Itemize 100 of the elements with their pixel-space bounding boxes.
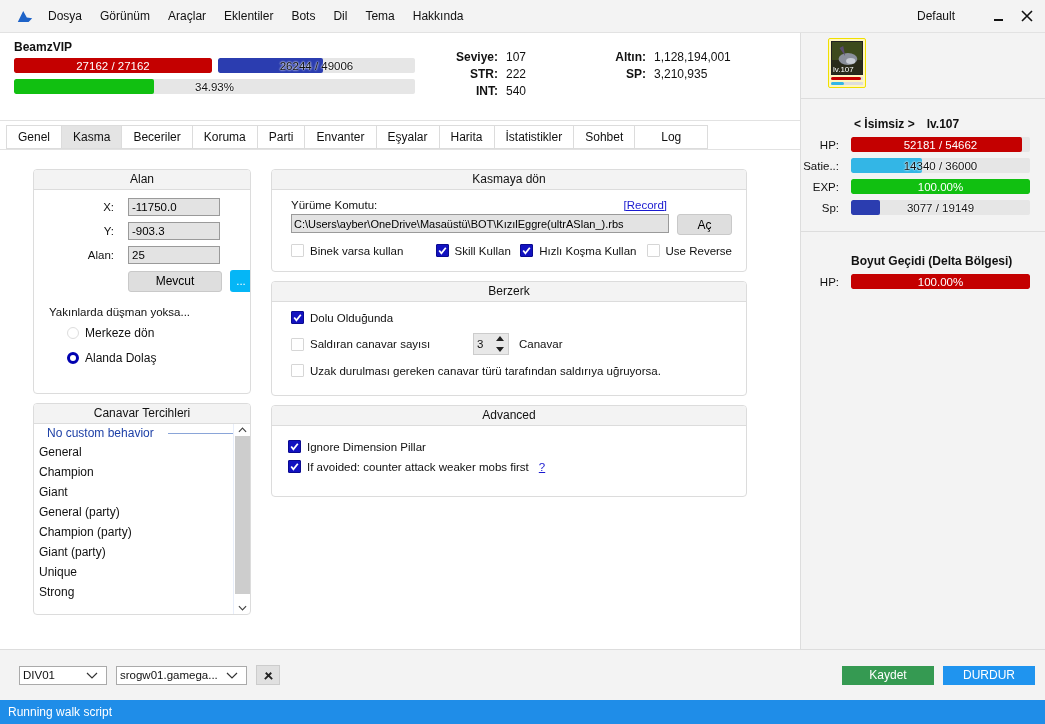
- tab[interactable]: Parti: [256, 125, 305, 149]
- checkbox[interactable]: [288, 460, 301, 473]
- list-item[interactable]: Unique: [39, 562, 233, 582]
- tools-icon: [262, 669, 274, 681]
- path-field[interactable]: C:\Users\ayber\OneDrive\Masaüstü\BOT\KızılEggre(ultrASlan_).rbs: [291, 214, 669, 233]
- server-dropdown[interactable]: srogw01.gamega...: [116, 665, 247, 685]
- input-field[interactable]: -11750.0: [128, 198, 220, 216]
- list-item[interactable]: General (party): [39, 502, 233, 522]
- list-item[interactable]: General: [39, 442, 233, 462]
- menu-item[interactable]: Eklentiler: [224, 9, 274, 23]
- checkbox-label[interactable]: Binek varsa kullan: [310, 244, 404, 257]
- number-spinner[interactable]: 3: [473, 333, 509, 355]
- scroll-up-icon[interactable]: [237, 427, 247, 433]
- group-title: Kasmaya dön: [272, 170, 746, 190]
- checkbox-label[interactable]: Uzak durulması gereken canavar türü tarafından saldırıya uğruyorsa.: [310, 364, 661, 377]
- status-text: Running walk script: [8, 705, 113, 719]
- group-title: Advanced: [272, 406, 746, 426]
- tab[interactable]: Genel: [6, 125, 62, 149]
- division-dropdown[interactable]: DIV01: [19, 665, 107, 685]
- radio-label[interactable]: Alanda Dolaş: [85, 351, 157, 365]
- checkbox-label[interactable]: Hızlı Koşma Kullan: [539, 244, 637, 257]
- stat-bar: 52181 / 54662: [851, 137, 1030, 152]
- scroll-down-icon[interactable]: [237, 605, 247, 611]
- checkbox-label[interactable]: Dolu Olduğunda: [310, 311, 394, 324]
- menu-item[interactable]: Tema: [365, 9, 395, 23]
- menu-item[interactable]: Araçlar: [168, 9, 207, 23]
- tab[interactable]: Beceriler: [121, 125, 192, 149]
- stat-bar: 34.93%: [14, 79, 415, 94]
- chevron-down-icon: [86, 671, 98, 679]
- menu-item[interactable]: Dil: [333, 9, 348, 23]
- bar-label: HP:: [818, 138, 839, 151]
- input-field[interactable]: -903.3: [128, 222, 220, 240]
- tab[interactable]: Kasma: [61, 125, 122, 149]
- field-label: Yürüme Komutu:: [291, 199, 378, 211]
- list-item[interactable]: Strong: [39, 582, 233, 602]
- stat-label: INT:: [475, 84, 498, 98]
- profile-label[interactable]: Default: [916, 9, 955, 23]
- group-title: Berzerk: [272, 282, 746, 302]
- tab[interactable]: Koruma: [191, 125, 257, 149]
- group-title: Canavar Tercihleri: [34, 404, 250, 424]
- checkbox-label[interactable]: Saldıran canavar sayısı: [310, 338, 431, 350]
- tab[interactable]: Log: [634, 125, 709, 149]
- stat-label: Seviye:: [454, 50, 498, 64]
- tab[interactable]: Eşyalar: [375, 125, 439, 149]
- mini-bar: [831, 82, 863, 85]
- chevron-down-icon: [226, 671, 238, 679]
- radio-label[interactable]: Merkeze dön: [85, 326, 155, 340]
- bar-label: EXP:: [811, 180, 839, 193]
- target-name: Boyut Geçidi (Delta Bölgesi): [851, 254, 1013, 268]
- checkbox[interactable]: [520, 244, 534, 257]
- member-name: < İsimsiz >: [854, 117, 915, 131]
- field-label: Y:: [102, 225, 114, 237]
- group-title: Alan: [34, 170, 250, 190]
- unit-label: Canavar: [519, 338, 563, 350]
- help-link[interactable]: ?: [538, 460, 546, 473]
- stat-label: STR:: [469, 67, 498, 81]
- prompt-text: Yakınlarda düşman yoksa...: [49, 306, 192, 318]
- list-item[interactable]: Giant: [39, 482, 233, 502]
- tab[interactable]: İstatistikler: [493, 125, 574, 149]
- menu-item[interactable]: Hakkında: [412, 9, 464, 23]
- tab[interactable]: Harita: [438, 125, 494, 149]
- record-link[interactable]: [Record]: [623, 199, 667, 211]
- checkbox-label[interactable]: Skill Kullan: [454, 244, 511, 257]
- close-icon[interactable]: [1021, 10, 1033, 22]
- stat-value: 3,210,935: [654, 67, 709, 81]
- current-button[interactable]: Mevcut: [128, 270, 222, 292]
- stat-bar: 100.00%: [851, 179, 1030, 194]
- party-member-card[interactable]: lv.107: [828, 38, 866, 88]
- checkbox-label[interactable]: If avoided: counter attack weaker mobs first: [307, 460, 529, 473]
- input-field[interactable]: 25: [128, 246, 220, 264]
- tab[interactable]: Envanter: [304, 125, 376, 149]
- checkbox[interactable]: [291, 311, 304, 324]
- checkbox[interactable]: [435, 244, 449, 257]
- stat-bar: 27162 / 27162: [14, 58, 212, 73]
- stat-value: 107: [506, 50, 528, 64]
- menu-item[interactable]: Dosya: [48, 9, 82, 23]
- tab[interactable]: Sohbet: [573, 125, 635, 149]
- bar-label: Satie..:: [802, 159, 839, 172]
- stat-label: Altın:: [614, 50, 646, 64]
- menu-item[interactable]: Bots: [291, 9, 316, 23]
- level-label: lv.107: [833, 65, 854, 74]
- mini-bar: [831, 77, 863, 80]
- checkbox-label[interactable]: Use Reverse: [665, 244, 732, 257]
- radio-button[interactable]: [67, 352, 79, 364]
- list-item[interactable]: Giant (party): [39, 542, 233, 562]
- scrollbar[interactable]: [234, 424, 250, 614]
- checkbox-label[interactable]: Ignore Dimension Pillar: [307, 440, 426, 453]
- stat-label: SP:: [625, 67, 646, 81]
- stat-bar: 100.00%: [851, 274, 1030, 289]
- stat-bar: 3077 / 19149: [851, 200, 1030, 215]
- tools-button[interactable]: [256, 665, 280, 685]
- bar-label: Sp:: [820, 201, 839, 214]
- checkbox[interactable]: [288, 440, 301, 453]
- menu-item[interactable]: Görünüm: [100, 9, 151, 23]
- save-button[interactable]: Kaydet: [842, 665, 934, 685]
- open-button[interactable]: Aç: [677, 214, 732, 235]
- stat-value: 222: [506, 67, 528, 81]
- list-item[interactable]: Champion: [39, 462, 233, 482]
- bar-label: HP:: [818, 275, 839, 288]
- list-item[interactable]: Champion (party): [39, 522, 233, 542]
